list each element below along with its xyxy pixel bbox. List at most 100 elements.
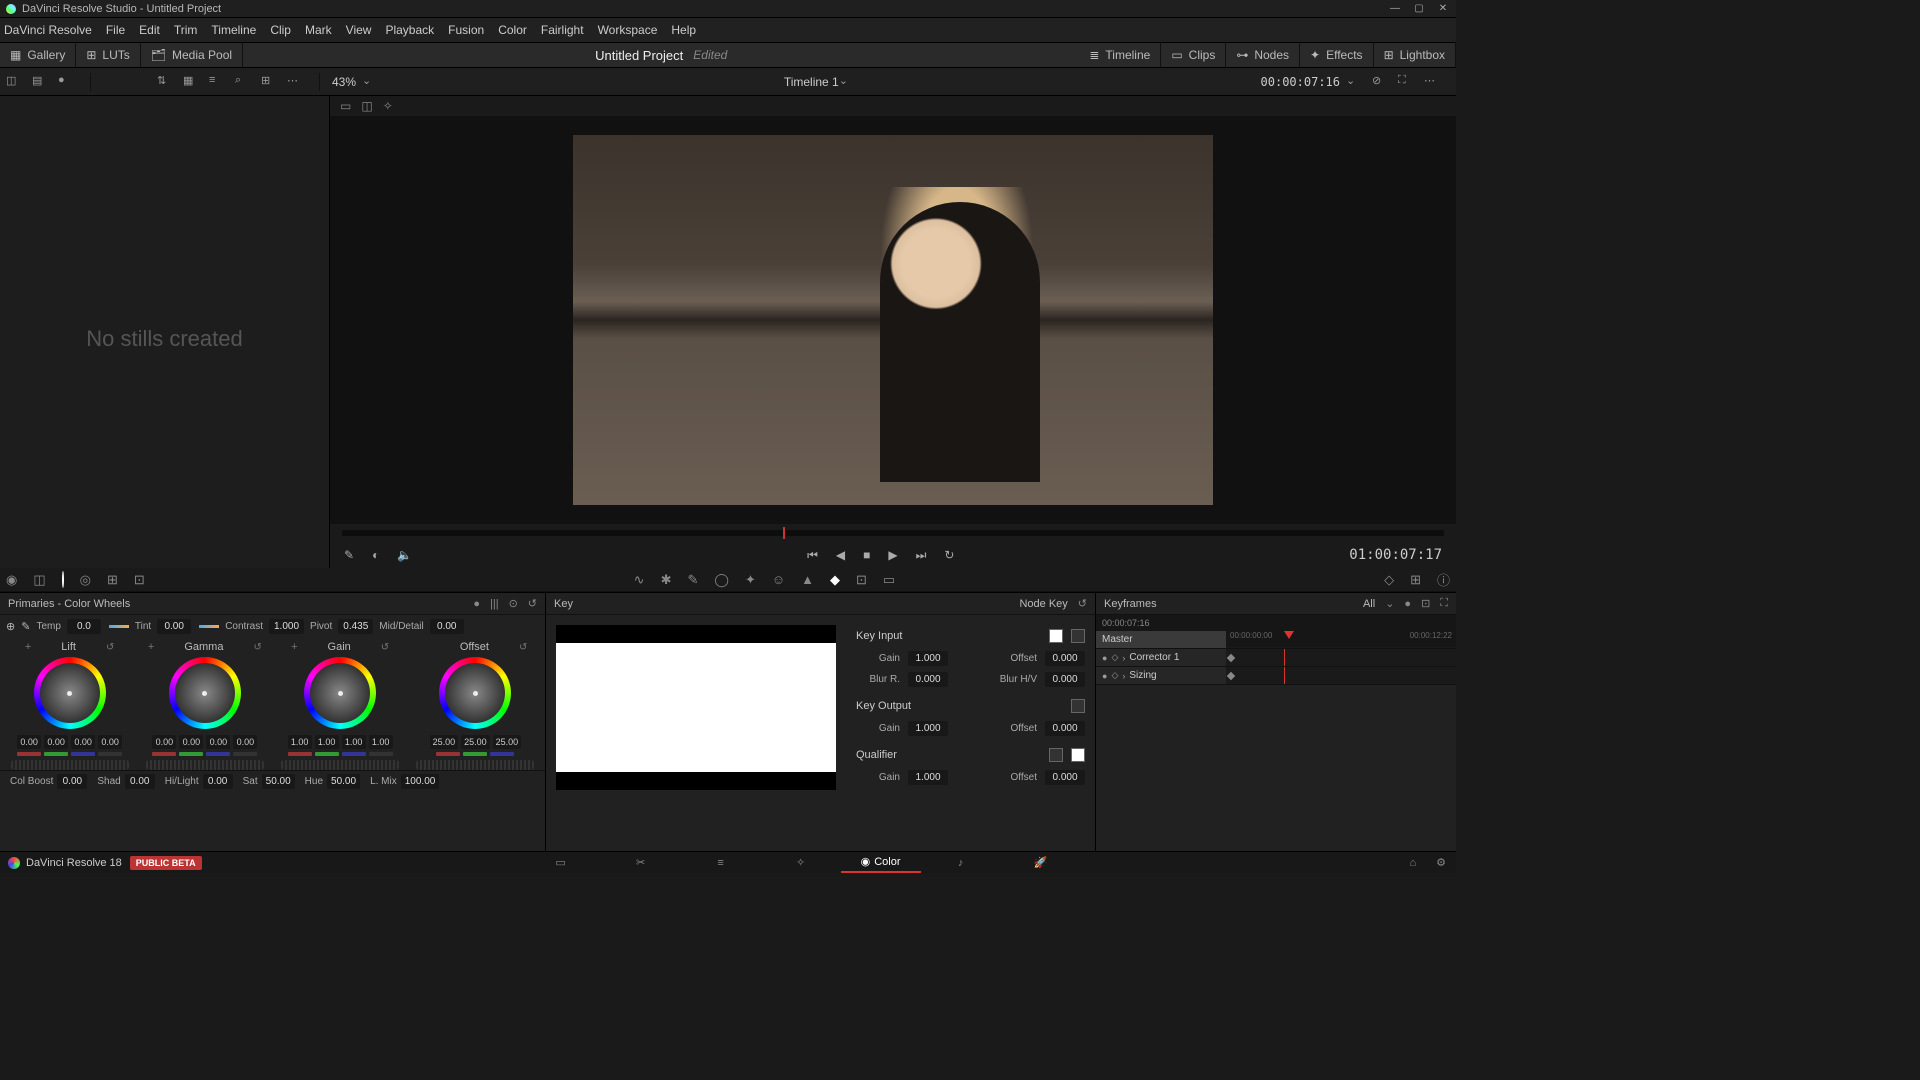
transport-timecode[interactable]: 01:00:07:17 (1349, 547, 1442, 563)
q-gain-value[interactable]: 1.000 (908, 770, 948, 785)
loop-button[interactable]: ↻ (944, 548, 954, 562)
menu-fusion[interactable]: Fusion (448, 23, 484, 37)
kf-lock-icon[interactable]: ● (1102, 671, 1107, 681)
stop-button[interactable]: ■ (863, 548, 870, 562)
gamma-r[interactable]: 0.00 (179, 735, 203, 749)
offset-reset-icon[interactable]: ↺ (519, 642, 527, 653)
warper-icon[interactable]: ✱ (661, 572, 672, 588)
gamma-b[interactable]: 0.00 (233, 735, 257, 749)
in-gain-value[interactable]: 1.000 (908, 651, 948, 666)
minimize-button[interactable]: — (1388, 2, 1402, 16)
close-button[interactable]: ✕ (1436, 2, 1450, 16)
camera-raw-icon[interactable]: ◉ (6, 572, 17, 588)
home-icon[interactable]: ⌂ (1409, 857, 1416, 869)
kf-dot-icon[interactable]: ● (1404, 598, 1411, 610)
timeline-name[interactable]: Timeline 1 (784, 75, 839, 89)
lmix-value[interactable]: 100.00 (401, 774, 440, 789)
offset-jog[interactable] (416, 760, 534, 770)
kf-zoom-icon[interactable]: ⊡ (1421, 597, 1430, 610)
magic-mask-icon[interactable]: ☺ (772, 572, 785, 587)
grid-icon[interactable]: ⊞ (261, 74, 277, 90)
tracker-icon[interactable]: ✦ (745, 572, 756, 588)
gamma-reset-icon[interactable]: ↺ (253, 642, 261, 653)
lift-r[interactable]: 0.00 (44, 735, 68, 749)
menu-mark[interactable]: Mark (305, 23, 332, 37)
color-page-button[interactable]: ◉Color (841, 852, 921, 873)
sidebar-icon[interactable]: ◫ (6, 74, 22, 90)
hue-value[interactable]: 50.00 (327, 774, 360, 789)
highlight-icon[interactable]: ▭ (340, 99, 351, 113)
qualifier-matte-icon[interactable] (1049, 748, 1063, 762)
gamma-jog[interactable] (146, 760, 264, 770)
menu-fairlight[interactable]: Fairlight (541, 23, 584, 37)
menu-timeline[interactable]: Timeline (211, 23, 256, 37)
menu-app[interactable]: DaVinci Resolve (4, 23, 92, 37)
lift-g[interactable]: 0.00 (71, 735, 95, 749)
offset-r[interactable]: 25.00 (430, 735, 459, 749)
key-mode[interactable]: Node Key (1019, 598, 1067, 610)
key-reset-icon[interactable]: ↺ (1078, 597, 1087, 610)
kf-track-corrector[interactable]: ● ◇ › Corrector 1 (1096, 649, 1226, 667)
auto-balance-icon[interactable]: ⊕ (6, 620, 15, 633)
luts-toggle[interactable]: ⊞ LUTs (76, 43, 140, 67)
color-wheels-icon[interactable] (62, 572, 64, 587)
viewer-scrubber[interactable] (342, 530, 1444, 536)
mediapool-toggle[interactable]: 🗂 Media Pool (141, 43, 243, 67)
menu-help[interactable]: Help (671, 23, 696, 37)
gain-jog[interactable] (281, 760, 399, 770)
kf-track-sizing[interactable]: ● ◇ › Sizing (1096, 667, 1226, 685)
play-button[interactable]: ▶ (888, 548, 897, 562)
lift-wheel[interactable] (34, 657, 106, 729)
kebab-icon[interactable]: ⋯ (287, 74, 303, 90)
wheel-page-3-icon[interactable]: ⊙ (509, 597, 518, 610)
gamma-y[interactable]: 0.00 (152, 735, 176, 749)
qualifier-icon[interactable]: ✎ (687, 572, 698, 588)
picker-icon[interactable]: ✎ (344, 548, 354, 562)
gain-adj-icon[interactable]: + (291, 641, 297, 653)
kf-track-master[interactable]: Master (1096, 631, 1226, 649)
gamma-g[interactable]: 0.00 (206, 735, 230, 749)
key-input-invert-icon[interactable] (1071, 629, 1085, 643)
blur-hv-value[interactable]: 0.000 (1045, 672, 1085, 687)
unmix-icon[interactable]: ◐ (372, 548, 379, 562)
lift-reset-icon[interactable]: ↺ (106, 642, 114, 653)
rgb-mixer-icon[interactable]: ⊞ (107, 572, 118, 588)
menu-clip[interactable]: Clip (270, 23, 291, 37)
project-settings-icon[interactable]: ⚙ (1436, 856, 1446, 869)
lift-y[interactable]: 0.00 (17, 735, 41, 749)
key-input-matte-icon[interactable] (1049, 629, 1063, 643)
gamma-adj-icon[interactable]: + (148, 641, 154, 653)
deliver-page-button[interactable]: 🚀 (1001, 852, 1081, 873)
lift-b[interactable]: 0.00 (98, 735, 122, 749)
timeline-chevron-icon[interactable]: ⌄ (839, 74, 855, 90)
scopes-icon[interactable]: ⊞ (1410, 572, 1421, 588)
gamma-wheel[interactable] (169, 657, 241, 729)
key-matte-view[interactable] (556, 643, 836, 772)
fairlight-page-button[interactable]: ♪ (921, 852, 1001, 873)
magic-icon[interactable]: ✧ (383, 99, 393, 113)
sizing-icon[interactable]: ⊡ (856, 572, 867, 588)
3d-icon[interactable]: ▭ (883, 572, 895, 588)
sat-value[interactable]: 50.00 (262, 774, 295, 789)
menu-workspace[interactable]: Workspace (598, 23, 658, 37)
kf-lane-sizing[interactable] (1226, 667, 1456, 685)
effects-toggle[interactable]: ✦ Effects (1300, 43, 1374, 67)
menu-view[interactable]: View (346, 23, 372, 37)
blur-icon[interactable]: ▲ (801, 572, 814, 587)
q-offset-value[interactable]: 0.000 (1045, 770, 1085, 785)
window-icon[interactable]: ◯ (714, 572, 729, 588)
contrast-value[interactable]: 1.000 (269, 619, 304, 634)
viewer-image[interactable] (330, 116, 1456, 524)
clip-info-icon[interactable]: ▤ (32, 74, 48, 90)
timeline-toggle[interactable]: ≣ Timeline (1079, 43, 1161, 67)
kf-diamond-icon[interactable]: ◇ (1111, 670, 1118, 681)
chevron-down-icon[interactable]: ⌄ (1385, 597, 1394, 610)
blur-r-value[interactable]: 0.000 (908, 672, 948, 687)
color-match-icon[interactable]: ◫ (33, 572, 45, 588)
viewer-timecode[interactable]: 00:00:07:16 (1261, 75, 1340, 89)
chevron-down-icon[interactable]: ⌄ (1346, 74, 1362, 90)
keyframe-marker[interactable] (1227, 654, 1235, 662)
gain-r[interactable]: 1.00 (315, 735, 339, 749)
wheel-page-1-icon[interactable]: ● (473, 598, 480, 610)
gain-wheel[interactable] (304, 657, 376, 729)
